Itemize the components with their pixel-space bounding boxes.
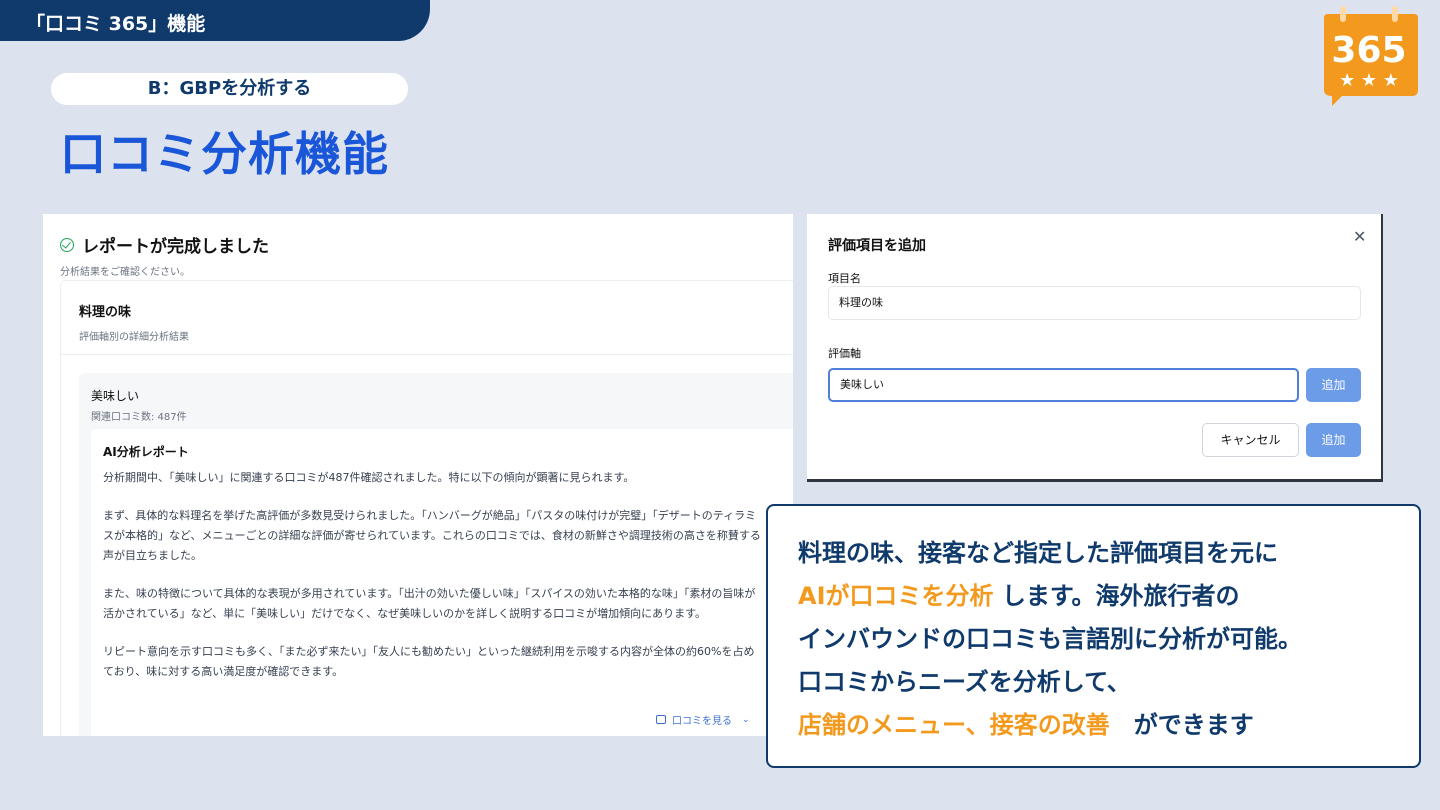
ai-paragraph: まず、具体的な料理名を挙げた高評価が多数見受けられました。「ハンバーグが絶品」「… — [103, 509, 761, 562]
report-title: レポートが完成しました — [82, 237, 269, 257]
ai-paragraph: リピート意向を示す口コミも多く、「また必ず来たい」「友人にも勧めたい」といった継… — [103, 645, 755, 678]
calendar-logo-icon: 365 ★ ★ ★ — [1324, 6, 1418, 106]
header-tab: 「口コミ 365」機能 — [0, 0, 430, 41]
close-icon[interactable]: ✕ — [1353, 227, 1366, 246]
report-title-row: レポートが完成しました — [60, 232, 269, 257]
ai-report-title: AI分析レポート — [103, 445, 189, 459]
callout-line-2: AIが口コミを分析 します。海外旅行者の — [798, 575, 1419, 618]
callout-line-3: インバウンドの口コミも言語別に分析が可能。 — [798, 625, 1302, 653]
report-screenshot: レポートが完成しました 分析結果をご確認ください。 料理の味 評価軸別の詳細分析… — [43, 214, 793, 736]
add-item-modal: 評価項目を追加 ✕ 項目名 料理の味 評価軸 美味しい 追加 キャンセル 追加 — [807, 214, 1383, 482]
report-subtitle: 分析結果をご確認ください。 — [60, 267, 190, 278]
item-name-label: 項目名 — [828, 272, 861, 285]
callout-line-1: 料理の味、接客など指定した評価項目を元に — [798, 539, 1278, 567]
callout-line-5: 店舗のメニュー、接客の改善 ができます — [798, 704, 1419, 747]
ai-report-box: AI分析レポート 分析期間中、「美味しい」に関連する口コミが487件確認されまし… — [91, 429, 793, 736]
card-subtitle: 評価軸別の詳細分析結果 — [79, 332, 189, 343]
chevron-down-icon: ⌄ — [742, 714, 750, 725]
card-title: 料理の味 — [79, 305, 132, 320]
callout-line-5-rest: ができます — [1109, 711, 1254, 739]
axis-name: 美味しい — [91, 389, 140, 403]
callout-line-4: 口コミからニーズを分析して、 — [798, 668, 1131, 696]
axis-label: 評価軸 — [828, 347, 861, 360]
analysis-card: 料理の味 評価軸別の詳細分析結果 美味しい 関連口コミ数: 487件 AI分析レ… — [60, 280, 793, 736]
page-title: 口コミ分析機能 — [60, 127, 389, 181]
ai-paragraph: 分析期間中、「美味しい」に関連する口コミが487件確認されました。特に以下の傾向… — [103, 471, 635, 484]
item-name-field[interactable]: 料理の味 — [828, 286, 1361, 320]
add-axis-button[interactable]: 追加 — [1306, 368, 1361, 402]
report-header: レポートが完成しました 分析結果をご確認ください。 — [60, 232, 269, 278]
see-reviews-link[interactable]: 口コミを見る ⌄ — [656, 712, 750, 727]
modal-title: 評価項目を追加 — [828, 238, 926, 254]
cancel-button[interactable]: キャンセル — [1202, 423, 1299, 457]
logo-stars: ★ ★ ★ — [1339, 70, 1399, 91]
callout-highlight-improve: 店舗のメニュー、接客の改善 — [798, 711, 1110, 739]
see-reviews-label: 口コミを見る — [672, 716, 732, 727]
check-circle-icon — [60, 237, 74, 252]
description-callout: 料理の味、接客など指定した評価項目を元に AIが口コミを分析 します。海外旅行者… — [766, 504, 1421, 768]
submit-add-button[interactable]: 追加 — [1306, 423, 1361, 457]
callout-line-2-rest: します。海外旅行者の — [993, 582, 1240, 610]
axis-card: 美味しい 関連口コミ数: 487件 AI分析レポート 分析期間中、「美味しい」に… — [79, 373, 793, 736]
section-pill: B：GBPを分析する — [51, 73, 408, 105]
analysis-card-header: 料理の味 評価軸別の詳細分析結果 — [61, 281, 793, 355]
axis-count: 関連口コミ数: 487件 — [91, 412, 187, 423]
chat-icon — [656, 715, 666, 724]
logo-number: 365 — [1331, 30, 1406, 71]
axis-input[interactable]: 美味しい — [828, 368, 1299, 402]
callout-highlight-ai: AIが口コミを分析 — [798, 582, 994, 610]
ai-paragraph: また、味の特徴について具体的な表現が多用されています。「出汁の効いた優しい味」「… — [103, 587, 756, 620]
